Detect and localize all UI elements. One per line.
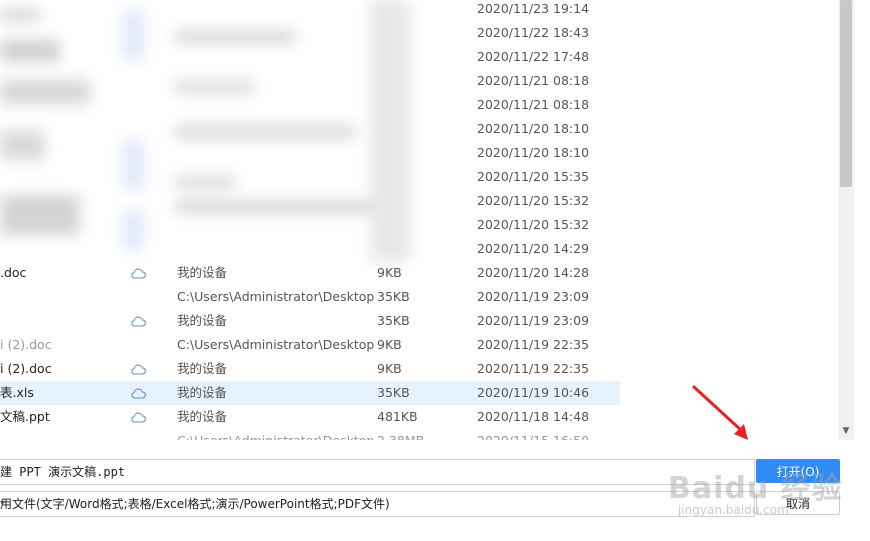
file-modified: 2020/11/19 22:35 [477, 337, 590, 352]
red-arrow-annotation [692, 385, 748, 440]
file-name: 文稿.ppt [0, 409, 50, 424]
cloud-icon [128, 381, 148, 405]
filetype-select[interactable]: 用文件(文字/Word格式;表格/Excel格式;演示/PowerPoint格式… [0, 491, 755, 517]
cloud-icon [128, 405, 148, 429]
file-name: i (2).doc [0, 337, 52, 352]
file-row[interactable]: 2020/11/22 17:48 [0, 45, 620, 69]
file-modified: 2020/11/19 23:09 [477, 289, 590, 304]
file-modified: 2020/11/19 22:35 [477, 361, 590, 376]
filename-field[interactable]: 建 PPT 演示文稿.ppt [0, 459, 755, 485]
cloud-icon [128, 261, 148, 285]
file-modified: 2020/11/20 14:29 [477, 241, 590, 256]
file-row[interactable]: 2020/11/20 14:29 [0, 237, 620, 261]
file-location: 我的设备 [177, 409, 228, 424]
cloud-icon [128, 309, 148, 333]
file-location: C:\Users\Administrator\Desktop [177, 337, 375, 352]
file-modified: 2020/11/20 18:10 [477, 145, 590, 160]
file-row[interactable]: C:\Users\Administrator\Desktop2.38MB 2020… [0, 429, 620, 440]
file-row[interactable]: C:\Users\Administrator\Desktop 35KB 2020/1… [0, 285, 620, 309]
file-modified: 2020/11/20 15:32 [477, 193, 590, 208]
file-row[interactable]: 2020/11/20 15:35 [0, 165, 620, 189]
file-row[interactable]: 2020/11/20 18:10 [0, 141, 620, 165]
file-modified: 2020/11/21 08:18 [477, 97, 590, 112]
file-modified: 2020/11/20 15:35 [477, 169, 590, 184]
file-modified: 2020/11/19 10:46 [477, 385, 590, 400]
file-row[interactable]: 2020/11/21 08:18 [0, 93, 620, 117]
file-row[interactable]: 2020/11/21 08:18 [0, 69, 620, 93]
file-row[interactable]: 2020/11/20 15:32 [0, 213, 620, 237]
chevron-down-icon[interactable]: ▾ [0, 492, 750, 516]
file-location: 我的设备 [177, 265, 228, 280]
file-row[interactable]: 2020/11/20 15:32 [0, 189, 620, 213]
file-size: 2.38MB [377, 429, 424, 440]
file-modified: 2020/11/22 18:43 [477, 25, 590, 40]
file-modified: 2020/11/20 14:28 [477, 265, 590, 280]
file-location: 我的设备 [177, 313, 228, 328]
file-location: C:\Users\Administrator\Desktop [177, 429, 374, 440]
file-modified: 2020/11/19 23:09 [477, 313, 590, 328]
file-row[interactable]: 我的设备 35KB 2020/11/19 23:09 [0, 309, 620, 333]
file-name: i (2).doc [0, 361, 52, 376]
file-modified: 2020/11/18 14:48 [477, 409, 590, 424]
file-modified: 2020/11/20 15:32 [477, 217, 590, 232]
file-size: 35KB [377, 313, 410, 328]
vertical-scrollbar[interactable]: ▼ [838, 0, 854, 440]
file-name: 表.xls [0, 385, 34, 400]
file-size: 35KB [377, 385, 410, 400]
baidu-watermark: Baidu 经验 [668, 471, 843, 506]
file-modified: 2020/11/15 16:50 [477, 429, 589, 440]
file-location: C:\Users\Administrator\Desktop [177, 289, 375, 304]
file-row[interactable]: 2020/11/22 18:43 [0, 21, 620, 45]
file-size: 9KB [377, 265, 402, 280]
file-row[interactable]: i (2).doc C:\Users\Administrator\Desktop 9… [0, 333, 620, 357]
file-row[interactable]: i (2).doc 我的设备 9KB 2020/11/19 22:35 [0, 357, 620, 381]
scrollbar-thumb[interactable] [840, 0, 852, 187]
file-row[interactable]: .doc 我的设备 9KB 2020/11/20 14:28 [0, 261, 620, 285]
file-name: .doc [0, 265, 27, 280]
file-modified: 2020/11/21 08:18 [477, 73, 590, 88]
file-modified: 2020/11/23 19:14 [477, 1, 590, 16]
file-size: 9KB [377, 361, 402, 376]
file-size: 35KB [377, 289, 410, 304]
file-list: 2020/11/23 19:14 2020/11/22 18:43 2020/11/… [0, 0, 838, 440]
file-modified: 2020/11/22 17:48 [477, 49, 590, 64]
file-size: 9KB [377, 337, 402, 352]
file-location: 我的设备 [177, 385, 228, 400]
file-location: 我的设备 [177, 361, 228, 376]
file-row[interactable]: 2020/11/20 18:10 [0, 117, 620, 141]
baidu-watermark-url: jingyan.baidu.com [678, 503, 789, 517]
file-size: 481KB [377, 409, 418, 424]
cloud-icon [128, 357, 148, 381]
file-row[interactable]: 表.xls 我的设备 35KB 2020/11/19 10:46 [0, 381, 620, 405]
scroll-down-icon[interactable]: ▼ [840, 424, 852, 438]
filename-value: 建 PPT 演示文稿.ppt [0, 465, 126, 479]
file-modified: 2020/11/20 18:10 [477, 121, 590, 136]
file-row[interactable]: 2020/11/23 19:14 [0, 0, 620, 21]
file-row[interactable]: 文稿.ppt 我的设备 481KB 2020/11/18 14:48 [0, 405, 620, 429]
